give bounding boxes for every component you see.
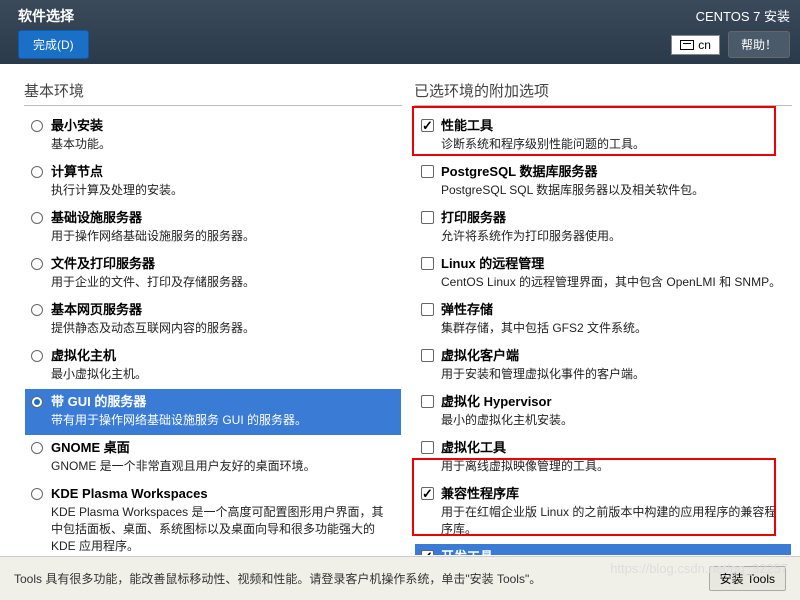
done-button[interactable]: 完成(D) bbox=[18, 30, 89, 59]
env-option[interactable]: GNOME 桌面GNOME 是一个非常直观且用户友好的桌面环境。 bbox=[25, 435, 401, 481]
radio-icon[interactable] bbox=[31, 212, 43, 224]
radio-icon[interactable] bbox=[31, 350, 43, 362]
base-environment-column: 基本环境 最小安装基本功能。计算节点执行计算及处理的安装。基础设施服务器用于操作… bbox=[24, 80, 402, 556]
option-title: 虚拟化 Hypervisor bbox=[441, 393, 785, 411]
env-option[interactable]: 带 GUI 的服务器带有用于操作网络基础设施服务 GUI 的服务器。 bbox=[25, 389, 401, 435]
option-title: 计算节点 bbox=[51, 163, 395, 181]
option-desc: 用于操作网络基础设施服务的服务器。 bbox=[51, 228, 395, 245]
option-desc: 最小的虚拟化主机安装。 bbox=[441, 412, 785, 429]
install-title: CENTOS 7 安装 bbox=[696, 6, 790, 25]
option-desc: 允许将系统作为打印服务器使用。 bbox=[441, 228, 785, 245]
env-option[interactable]: 基础设施服务器用于操作网络基础设施服务的服务器。 bbox=[25, 205, 401, 251]
option-title: 虚拟化主机 bbox=[51, 347, 395, 365]
option-desc: CentOS Linux 的远程管理界面，其中包含 OpenLMI 和 SNMP… bbox=[441, 274, 785, 291]
option-title: 虚拟化客户端 bbox=[441, 347, 785, 365]
addons-column: 已选环境的附加选项 性能工具诊断系统和程序级别性能问题的工具。PostgreSQ… bbox=[414, 80, 792, 556]
help-button[interactable]: 帮助！ bbox=[728, 31, 790, 58]
addon-option[interactable]: 打印服务器允许将系统作为打印服务器使用。 bbox=[415, 205, 791, 251]
option-title: 开发工具 bbox=[441, 548, 785, 556]
option-desc: KDE Plasma Workspaces 是一个高度可配置图形用户界面，其中包… bbox=[51, 504, 395, 554]
option-desc: 执行计算及处理的安装。 bbox=[51, 182, 395, 199]
keyboard-layout-selector[interactable]: cn bbox=[671, 35, 720, 55]
option-title: GNOME 桌面 bbox=[51, 439, 395, 457]
option-title: 带 GUI 的服务器 bbox=[51, 393, 395, 411]
option-desc: PostgreSQL SQL 数据库服务器以及相关软件包。 bbox=[441, 182, 785, 199]
option-title: 性能工具 bbox=[441, 117, 785, 135]
checkbox-icon[interactable] bbox=[421, 119, 434, 132]
radio-icon[interactable] bbox=[31, 488, 43, 500]
checkbox-icon[interactable] bbox=[421, 441, 434, 454]
option-desc: 提供静态及动态互联网内容的服务器。 bbox=[51, 320, 395, 337]
footer-message: Tools 具有很多功能，能改善鼠标移动性、视频和性能。请登录客户机操作系统，单… bbox=[14, 570, 541, 587]
base-env-list[interactable]: 最小安装基本功能。计算节点执行计算及处理的安装。基础设施服务器用于操作网络基础设… bbox=[24, 112, 402, 556]
addon-option[interactable]: 兼容性程序库用于在红帽企业版 Linux 的之前版本中构建的应用程序的兼容程序库… bbox=[415, 481, 791, 544]
option-title: 兼容性程序库 bbox=[441, 485, 785, 503]
option-title: 最小安装 bbox=[51, 117, 395, 135]
checkbox-icon[interactable] bbox=[421, 303, 434, 316]
addon-option[interactable]: 弹性存储集群存储，其中包括 GFS2 文件系统。 bbox=[415, 297, 791, 343]
addon-option[interactable]: 虚拟化客户端用于安装和管理虚拟化事件的客户端。 bbox=[415, 343, 791, 389]
option-title: 基本网页服务器 bbox=[51, 301, 395, 319]
env-option[interactable]: 文件及打印服务器用于企业的文件、打印及存储服务器。 bbox=[25, 251, 401, 297]
radio-icon[interactable] bbox=[31, 258, 43, 270]
option-title: 文件及打印服务器 bbox=[51, 255, 395, 273]
option-desc: 用于安装和管理虚拟化事件的客户端。 bbox=[441, 366, 785, 383]
option-title: 虚拟化工具 bbox=[441, 439, 785, 457]
option-title: Linux 的远程管理 bbox=[441, 255, 785, 273]
radio-icon[interactable] bbox=[31, 120, 43, 132]
env-option[interactable]: 虚拟化主机最小虚拟化主机。 bbox=[25, 343, 401, 389]
page-title: 软件选择 bbox=[18, 6, 89, 26]
option-desc: 集群存储，其中包括 GFS2 文件系统。 bbox=[441, 320, 785, 337]
radio-icon[interactable] bbox=[31, 442, 43, 454]
install-tools-button[interactable]: 安装 Tools bbox=[709, 566, 786, 591]
addon-option[interactable]: 虚拟化工具用于离线虚拟映像管理的工具。 bbox=[415, 435, 791, 481]
radio-icon[interactable] bbox=[31, 396, 43, 408]
base-env-heading: 基本环境 bbox=[24, 80, 402, 106]
option-desc: 诊断系统和程序级别性能问题的工具。 bbox=[441, 136, 785, 153]
addons-list[interactable]: 性能工具诊断系统和程序级别性能问题的工具。PostgreSQL 数据库服务器Po… bbox=[414, 112, 792, 556]
checkbox-icon[interactable] bbox=[421, 349, 434, 362]
addon-option[interactable]: 开发工具 bbox=[415, 544, 791, 556]
option-title: PostgreSQL 数据库服务器 bbox=[441, 163, 785, 181]
lang-code: cn bbox=[698, 38, 711, 52]
option-title: 弹性存储 bbox=[441, 301, 785, 319]
option-desc: 带有用于操作网络基础设施服务 GUI 的服务器。 bbox=[51, 412, 395, 429]
addon-option[interactable]: 性能工具诊断系统和程序级别性能问题的工具。 bbox=[415, 113, 791, 159]
checkbox-icon[interactable] bbox=[421, 211, 434, 224]
option-title: KDE Plasma Workspaces bbox=[51, 485, 395, 503]
checkbox-icon[interactable] bbox=[421, 395, 434, 408]
option-title: 基础设施服务器 bbox=[51, 209, 395, 227]
checkbox-icon[interactable] bbox=[421, 165, 434, 178]
addons-heading: 已选环境的附加选项 bbox=[414, 80, 792, 106]
checkbox-icon[interactable] bbox=[421, 487, 434, 500]
header-bar: 软件选择 完成(D) CENTOS 7 安装 cn 帮助！ bbox=[0, 0, 800, 64]
main-content: 基本环境 最小安装基本功能。计算节点执行计算及处理的安装。基础设施服务器用于操作… bbox=[0, 64, 800, 556]
addon-option[interactable]: 虚拟化 Hypervisor最小的虚拟化主机安装。 bbox=[415, 389, 791, 435]
env-option[interactable]: KDE Plasma WorkspacesKDE Plasma Workspac… bbox=[25, 481, 401, 556]
option-desc: 用于在红帽企业版 Linux 的之前版本中构建的应用程序的兼容程序库。 bbox=[441, 504, 785, 538]
footer-bar: Tools 具有很多功能，能改善鼠标移动性、视频和性能。请登录客户机操作系统，单… bbox=[0, 556, 800, 600]
radio-icon[interactable] bbox=[31, 304, 43, 316]
radio-icon[interactable] bbox=[31, 166, 43, 178]
env-option[interactable]: 基本网页服务器提供静态及动态互联网内容的服务器。 bbox=[25, 297, 401, 343]
option-desc: 最小虚拟化主机。 bbox=[51, 366, 395, 383]
addon-option[interactable]: PostgreSQL 数据库服务器PostgreSQL SQL 数据库服务器以及… bbox=[415, 159, 791, 205]
env-option[interactable]: 最小安装基本功能。 bbox=[25, 113, 401, 159]
option-desc: 用于企业的文件、打印及存储服务器。 bbox=[51, 274, 395, 291]
addon-option[interactable]: Linux 的远程管理CentOS Linux 的远程管理界面，其中包含 Ope… bbox=[415, 251, 791, 297]
option-desc: GNOME 是一个非常直观且用户友好的桌面环境。 bbox=[51, 458, 395, 475]
option-desc: 用于离线虚拟映像管理的工具。 bbox=[441, 458, 785, 475]
option-title: 打印服务器 bbox=[441, 209, 785, 227]
env-option[interactable]: 计算节点执行计算及处理的安装。 bbox=[25, 159, 401, 205]
checkbox-icon[interactable] bbox=[421, 257, 434, 270]
keyboard-icon bbox=[680, 40, 694, 50]
option-desc: 基本功能。 bbox=[51, 136, 395, 153]
